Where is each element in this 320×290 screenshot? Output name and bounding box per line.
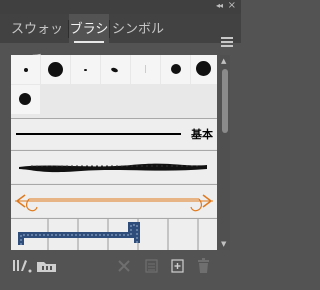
brush-tip-icon [145, 65, 146, 73]
panel-toolbar [0, 256, 241, 276]
brush-list: 基本 [11, 55, 217, 250]
scroll-down-icon[interactable]: ▼ [221, 240, 226, 248]
basic-brush-label: 基本 [191, 128, 213, 141]
brush-tip-icon [48, 62, 63, 77]
brush-tip-icon [110, 66, 119, 74]
new-brush-icon[interactable] [171, 258, 185, 274]
scroll-up-icon[interactable]: ▲ [221, 57, 226, 65]
pattern-brush-row[interactable] [11, 219, 217, 250]
brush-libraries-menu-icon[interactable] [12, 258, 34, 274]
tab-brushes-label: ブラシ [69, 22, 109, 37]
panel-menu-icon[interactable] [221, 37, 233, 47]
art-brush-charcoal-row[interactable] [11, 151, 217, 183]
close-icon[interactable]: × [228, 0, 236, 11]
brush-tip-icon [171, 64, 181, 74]
tab-bar: スウォッチ ブラシ シンボル [0, 14, 241, 68]
basic-brush-row[interactable]: 基本 [11, 119, 217, 149]
basic-stroke-preview [16, 133, 181, 135]
tab-divider [109, 20, 110, 38]
scrollbar[interactable]: ▲ ▼ [220, 55, 230, 250]
charcoal-stroke-icon [19, 163, 207, 173]
calligraphic-brush-8[interactable] [11, 85, 40, 114]
calligraphic-brush-2[interactable] [41, 55, 70, 84]
open-library-icon[interactable] [36, 258, 60, 274]
delete-brush-icon[interactable] [197, 258, 211, 274]
calligraphic-brush-4[interactable] [101, 55, 130, 84]
pattern-brush-icon [18, 219, 199, 250]
brush-tip-icon [19, 93, 31, 105]
arrow-stroke-icon [15, 194, 213, 212]
calligraphic-brush-3[interactable] [71, 55, 100, 84]
calligraphic-brush-1[interactable] [11, 55, 40, 84]
remove-stroke-icon[interactable] [117, 258, 131, 274]
panel-title-bar: ◂◂ × [0, 0, 241, 14]
brush-tip-icon [24, 68, 28, 72]
tab-brushes[interactable]: ブラシ [69, 14, 109, 43]
calligraphic-brush-6[interactable] [161, 55, 190, 84]
options-icon[interactable] [145, 258, 159, 274]
art-brush-arrow-row[interactable] [11, 185, 217, 217]
tab-symbols[interactable]: シンボル [111, 14, 165, 43]
calligraphic-brush-7[interactable] [191, 55, 217, 84]
collapse-icon[interactable]: ◂◂ [216, 1, 223, 10]
brush-tip-icon [196, 61, 211, 76]
calligraphic-brush-5[interactable] [131, 55, 160, 84]
tab-swatches[interactable]: スウォッチ [6, 14, 68, 68]
active-tab-underline [74, 41, 104, 43]
scroll-thumb[interactable] [222, 69, 228, 133]
brush-tip-icon [84, 69, 87, 71]
brushes-panel: ◂◂ × スウォッチ ブラシ シンボル 基本 [0, 0, 241, 290]
